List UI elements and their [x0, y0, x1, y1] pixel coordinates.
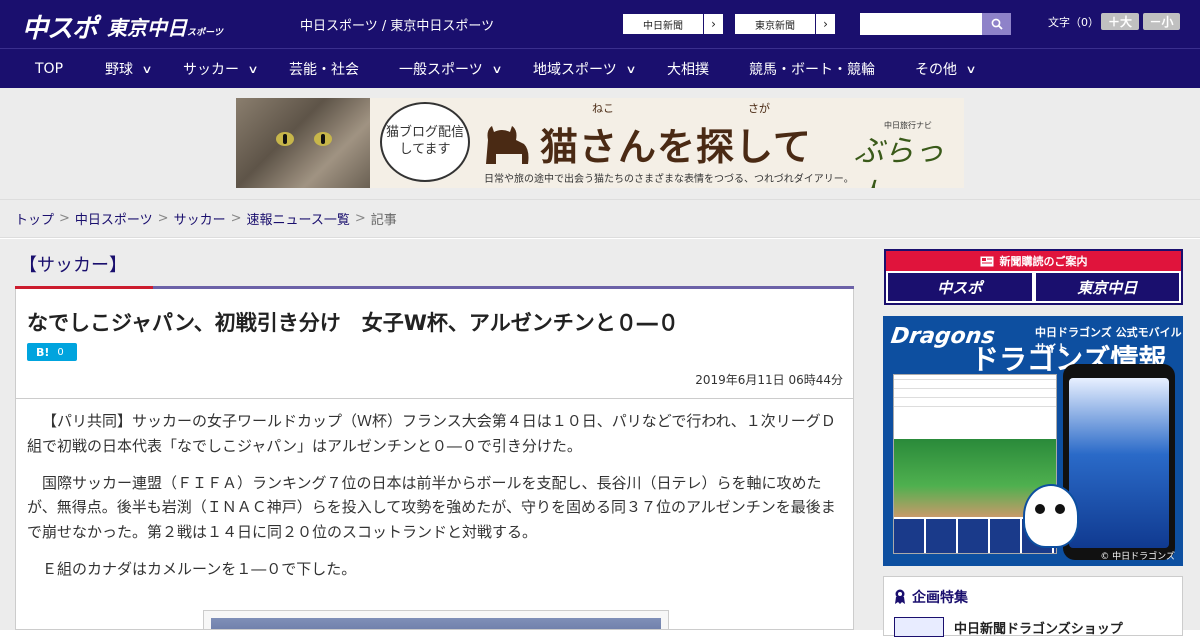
article-body: 【パリ共同】サッカーの女子ワールドカップ（Ｗ杯）フランス大会第４日は１０日、パリ…: [15, 399, 854, 630]
breadcrumb: トップ > 中日スポーツ > サッカー > 速報ニュース一覧 > 記事: [0, 200, 1200, 238]
nav-baseball[interactable]: 野球 ∨: [105, 49, 153, 89]
chuspo-logo: 中スポ: [888, 273, 1032, 301]
banner-brand: ぶらっ人: [854, 134, 944, 188]
search-input[interactable]: [860, 13, 982, 35]
article-paragraph: 【パリ共同】サッカーの女子ワールドカップ（Ｗ杯）フランス大会第４日は１０日、パリ…: [27, 412, 836, 455]
nav-other[interactable]: その他 ∨: [915, 49, 977, 89]
chevron-right-icon: ›: [815, 14, 835, 34]
tokyo-shimbun-link[interactable]: 東京新聞 ›: [734, 13, 836, 35]
search-button[interactable]: [982, 13, 1011, 35]
phone-image: [1063, 364, 1175, 560]
banner-headline: 猫さんを探して: [540, 125, 812, 169]
nav-racing[interactable]: 競馬・ボート・競輪: [749, 49, 875, 89]
chunichi-shimbun-link[interactable]: 中日新聞 ›: [622, 13, 724, 35]
ad-band: 猫ブログ配信してます ねこ さが 猫さんを探して 日常や旅の途中で出会う猫たちの…: [0, 88, 1200, 200]
main-nav: TOP 野球 ∨ サッカー ∨ 芸能・社会 一般スポーツ ∨ 地域スポーツ ∨ 大相撲 …: [0, 48, 1200, 88]
mascot-image: [1023, 484, 1079, 548]
font-size-label: 文字（0）: [1048, 16, 1099, 29]
logo-chuspo: 中スポ: [22, 14, 98, 44]
newspaper-icon: [980, 256, 993, 266]
logo-tokyo-chunichi: 東京中日スポーツ: [107, 16, 223, 40]
main-content: 【サッカー】 なでしこジャパン、初戦引き分け 女子W杯、アルゼンチンと０―０ B…: [0, 239, 1200, 637]
nav-local-sports[interactable]: 地域スポーツ ∨: [533, 49, 637, 89]
breadcrumb-top[interactable]: トップ: [15, 209, 54, 228]
site-logo[interactable]: 中スポ 東京中日スポーツ: [22, 8, 223, 45]
ribbon-icon: [895, 589, 905, 604]
font-larger-button[interactable]: ＋大: [1101, 13, 1139, 30]
nav-sumo[interactable]: 大相撲: [667, 49, 709, 89]
breadcrumb-soccer[interactable]: サッカー: [174, 209, 226, 228]
feature-box: 企画特集 中日新聞ドラゴンズショップ: [883, 576, 1183, 637]
cat-blog-banner[interactable]: 猫ブログ配信してます ねこ さが 猫さんを探して 日常や旅の途中で出会う猫たちの…: [236, 98, 964, 188]
subscription-box[interactable]: 新聞購読のご案内 中スポ 東京中日: [884, 249, 1183, 305]
cat-silhouette-icon: [486, 126, 529, 164]
search-icon: [991, 18, 1003, 30]
hatena-count: 0: [57, 346, 64, 358]
chevron-right-icon: ›: [703, 14, 723, 34]
article-category: 【サッカー】: [15, 239, 854, 289]
chevron-down-icon: ∨: [247, 62, 259, 76]
nav-top[interactable]: TOP: [35, 49, 63, 89]
feature-item[interactable]: 中日新聞ドラゴンズショップ: [894, 617, 1123, 637]
font-smaller-button[interactable]: －小: [1143, 13, 1180, 30]
site-header: 中スポ 東京中日スポーツ 中日スポーツ / 東京中日スポーツ 中日新聞 › 東京…: [0, 0, 1200, 48]
chevron-down-icon: ∨: [965, 62, 977, 76]
nav-soccer[interactable]: サッカー ∨: [183, 49, 259, 89]
chevron-down-icon: ∨: [625, 62, 637, 76]
article-headline: なでしこジャパン、初戦引き分け 女子W杯、アルゼンチンと０―０: [27, 311, 679, 335]
nav-entertainment[interactable]: 芸能・社会: [289, 49, 359, 89]
banner-subtext: 日常や旅の途中で出会う猫たちのさまざまな表情をつづる、つれづれダイアリー。: [484, 174, 854, 185]
hatena-bookmark-button[interactable]: B! 0: [27, 343, 77, 361]
article-header: なでしこジャパン、初戦引き分け 女子W杯、アルゼンチンと０―０ B! 0 201…: [15, 289, 854, 399]
breadcrumb-chunichi-sports[interactable]: 中日スポーツ: [75, 209, 153, 228]
breadcrumb-news-list[interactable]: 速報ニュース一覧: [247, 209, 350, 228]
nav-general-sports[interactable]: 一般スポーツ ∨: [399, 49, 503, 89]
article-paragraph: Ｅ組のカナダはカメルーンを１―０で下した。: [42, 559, 357, 578]
site-title: 中日スポーツ / 東京中日スポーツ: [300, 19, 495, 34]
article-date: 2019年6月11日 06時44分: [695, 373, 843, 387]
dragons-mobile-ad[interactable]: Dragons 中日ドラゴンズ 公式モバイルサイト ドラゴンズ情報 © 中日ドラ…: [883, 316, 1183, 566]
feature-thumbnail: [894, 617, 944, 637]
chevron-down-icon: ∨: [141, 62, 153, 76]
breadcrumb-current: 記事: [370, 213, 397, 228]
tokyo-chunichi-logo: 東京中日: [1035, 273, 1179, 301]
speech-bubble: 猫ブログ配信してます: [380, 102, 470, 182]
cat-photo: [236, 98, 370, 188]
article-photo: [203, 610, 669, 629]
article-paragraph: 国際サッカー連盟（ＦＩＦＡ）ランキング７位の日本は前半からボールを支配し、長谷川…: [27, 473, 836, 542]
chevron-down-icon: ∨: [491, 62, 503, 76]
